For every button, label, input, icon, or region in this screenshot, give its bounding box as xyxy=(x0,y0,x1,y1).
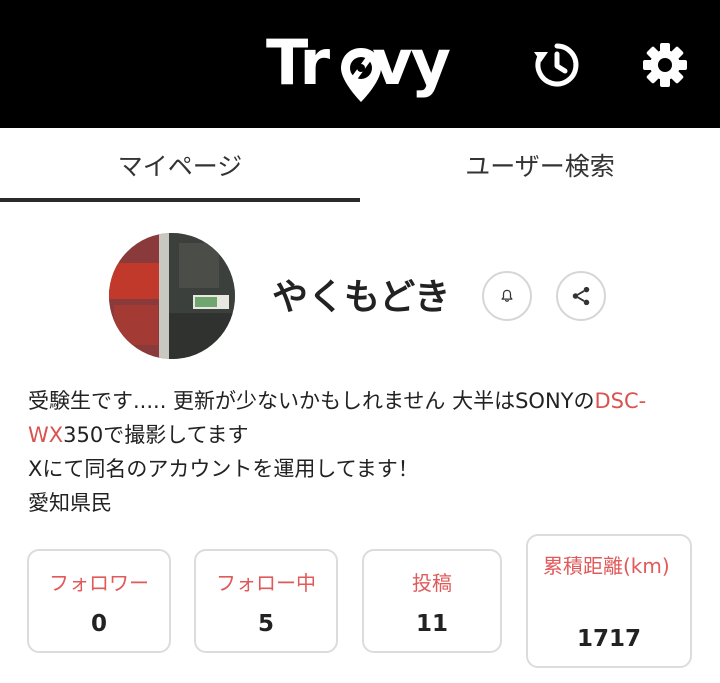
share-icon xyxy=(572,286,590,306)
tab-mypage[interactable]: マイページ xyxy=(0,128,360,202)
following-stat-card[interactable]: フォロー中 5 xyxy=(194,549,338,653)
posts-stat-card[interactable]: 投稿 11 xyxy=(362,549,502,653)
gear-icon xyxy=(643,43,687,87)
posts-label: 投稿 xyxy=(412,571,452,595)
username: やくもどき xyxy=(272,277,451,318)
distance-value: 1717 xyxy=(576,626,641,652)
distance-label: 累積距離(km) xyxy=(543,554,670,578)
profile-bio: 受験生です..... 更新が少ないかもしれません 大半はSONYのDSC- WX… xyxy=(28,384,700,520)
bio-camera-link-continued[interactable]: WX xyxy=(28,423,63,447)
following-count: 5 xyxy=(257,611,274,637)
distance-stat-card: 累積距離(km) 1717 xyxy=(526,534,692,668)
history-button[interactable] xyxy=(532,40,582,90)
bio-camera-link[interactable]: DSC- xyxy=(595,389,647,413)
posts-count: 11 xyxy=(415,611,448,637)
tab-mypage-label: マイページ xyxy=(117,152,243,181)
trovy-logo[interactable]: Tr vy xyxy=(266,22,456,104)
tab-user-search-label: ユーザー検索 xyxy=(465,152,615,181)
followers-stat-card[interactable]: フォロワー 0 xyxy=(27,549,171,653)
history-icon xyxy=(534,43,579,87)
active-tab-indicator xyxy=(0,198,360,202)
followers-label: フォロワー xyxy=(49,571,149,595)
bio-line-2: WX350で撮影してます xyxy=(28,418,700,452)
bell-icon xyxy=(501,289,513,302)
app-root: Tr vy マイページ ユーザー検索 やくもどき 受験生です..... 更新が少… xyxy=(0,0,720,683)
bio-line-3: Xにて同名のアカウントを運用してます！ xyxy=(28,457,419,481)
bio-line-1: 受験生です..... 更新が少ないかもしれません 大半はSONYのDSC- xyxy=(28,384,700,418)
avatar[interactable] xyxy=(109,233,235,359)
notification-button[interactable] xyxy=(482,271,532,321)
map-pin-icon xyxy=(341,48,381,102)
tab-user-search[interactable]: ユーザー検索 xyxy=(360,128,720,202)
share-button[interactable] xyxy=(556,271,606,321)
bio-line-4: 愛知県民 xyxy=(28,491,112,515)
bio-text: 350で撮影してます xyxy=(63,423,249,447)
followers-count: 0 xyxy=(90,611,107,637)
app-header: Tr vy xyxy=(0,0,720,128)
tab-bar: マイページ ユーザー検索 xyxy=(0,128,720,202)
following-label: フォロー中 xyxy=(216,571,316,595)
avatar-photo xyxy=(109,233,235,359)
bio-text: 受験生です..... 更新が少ないかもしれません 大半はSONYの xyxy=(28,389,595,413)
settings-button[interactable] xyxy=(640,40,690,90)
